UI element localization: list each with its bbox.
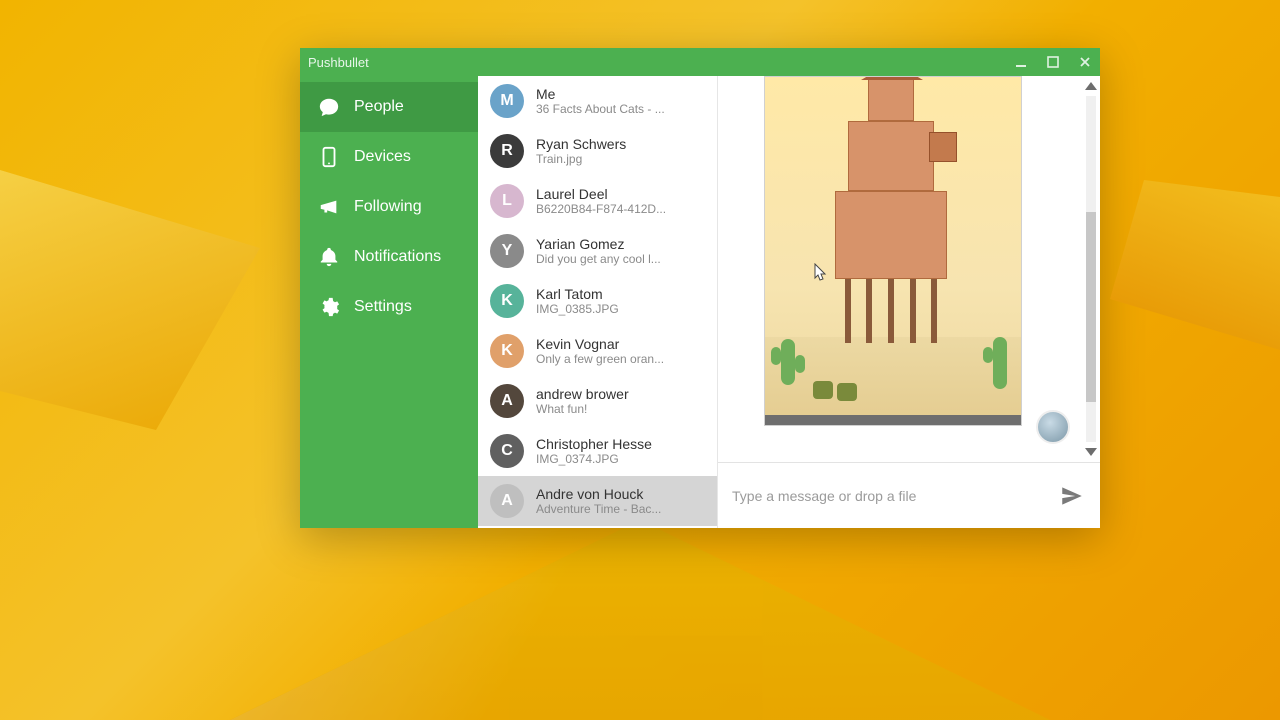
message-input[interactable]	[732, 488, 1046, 504]
person-preview: IMG_0385.JPG	[536, 302, 619, 316]
person-preview: Adventure Time - Bac...	[536, 502, 661, 516]
send-icon	[1059, 483, 1085, 509]
people-item[interactable]: K Kevin VognarOnly a few green oran...	[478, 326, 717, 376]
people-item[interactable]: A Andre von HouckAdventure Time - Bac...	[478, 476, 717, 526]
message-image[interactable]	[764, 76, 1022, 426]
wallpaper-fold	[230, 520, 1050, 720]
composer	[718, 462, 1100, 528]
sidebar: People Devices Following	[300, 76, 478, 528]
avatar: K	[490, 284, 524, 318]
megaphone-icon	[318, 196, 340, 218]
avatar: Y	[490, 234, 524, 268]
scrollbar[interactable]	[1084, 82, 1098, 456]
sidebar-item-label: Settings	[354, 298, 412, 316]
avatar: K	[490, 334, 524, 368]
sidebar-item-label: Following	[354, 198, 422, 216]
gear-icon	[318, 296, 340, 318]
sidebar-item-following[interactable]: Following	[300, 182, 478, 232]
people-item[interactable]: C Christopher HesseIMG_0374.JPG	[478, 426, 717, 476]
person-name: andrew brower	[536, 386, 629, 402]
sidebar-item-notifications[interactable]: Notifications	[300, 232, 478, 282]
title-bar[interactable]: Pushbullet	[300, 48, 1100, 76]
scroll-up-icon[interactable]	[1085, 82, 1097, 90]
avatar: R	[490, 134, 524, 168]
chat-bubble-icon	[318, 96, 340, 118]
people-item[interactable]: K Karl TatomIMG_0385.JPG	[478, 276, 717, 326]
minimize-button[interactable]	[1014, 55, 1028, 69]
person-preview: Only a few green oran...	[536, 352, 664, 366]
avatar: C	[490, 434, 524, 468]
close-button[interactable]	[1078, 55, 1092, 69]
person-name: Kevin Vognar	[536, 336, 664, 352]
people-list[interactable]: M Me36 Facts About Cats - ... R Ryan Schwer…	[478, 76, 718, 528]
person-name: Karl Tatom	[536, 286, 619, 302]
window-buttons	[1014, 55, 1092, 69]
bell-icon	[318, 246, 340, 268]
scroll-thumb[interactable]	[1086, 212, 1096, 402]
avatar: A	[490, 484, 524, 518]
person-preview: What fun!	[536, 402, 629, 416]
person-preview: Did you get any cool l...	[536, 252, 661, 266]
chat-pane	[718, 76, 1100, 528]
person-preview: 36 Facts About Cats - ...	[536, 102, 665, 116]
person-preview: Train.jpg	[536, 152, 626, 166]
maximize-button[interactable]	[1046, 55, 1060, 69]
messages-area[interactable]	[718, 76, 1100, 462]
phone-icon	[318, 146, 340, 168]
desktop-wallpaper: Pushbullet People	[0, 0, 1280, 720]
person-name: Ryan Schwers	[536, 136, 626, 152]
people-item[interactable]: Aandrew browerWhat fun!	[478, 376, 717, 426]
sidebar-item-devices[interactable]: Devices	[300, 132, 478, 182]
sidebar-item-label: Notifications	[354, 248, 441, 266]
avatar: A	[490, 384, 524, 418]
people-item[interactable]: R Ryan SchwersTrain.jpg	[478, 126, 717, 176]
person-preview: B6220B84-F874-412D...	[536, 202, 666, 216]
people-item[interactable]: L Laurel DeelB6220B84-F874-412D...	[478, 176, 717, 226]
sidebar-item-label: Devices	[354, 148, 411, 166]
sidebar-item-label: People	[354, 98, 404, 116]
avatar: L	[490, 184, 524, 218]
sender-avatar[interactable]	[1036, 410, 1070, 444]
person-name: Andre von Houck	[536, 486, 661, 502]
avatar: M	[490, 84, 524, 118]
people-item[interactable]: Y Yarian GomezDid you get any cool l...	[478, 226, 717, 276]
sidebar-item-settings[interactable]: Settings	[300, 282, 478, 332]
person-name: Yarian Gomez	[536, 236, 661, 252]
person-preview: IMG_0374.JPG	[536, 452, 652, 466]
window-title: Pushbullet	[308, 55, 369, 70]
send-button[interactable]	[1058, 482, 1086, 510]
person-name: Christopher Hesse	[536, 436, 652, 452]
person-name: Laurel Deel	[536, 186, 666, 202]
sidebar-item-people[interactable]: People	[300, 82, 478, 132]
person-name: Me	[536, 86, 665, 102]
people-item[interactable]: M Me36 Facts About Cats - ...	[478, 76, 717, 126]
scroll-down-icon[interactable]	[1085, 448, 1097, 456]
app-window: Pushbullet People	[300, 48, 1100, 528]
